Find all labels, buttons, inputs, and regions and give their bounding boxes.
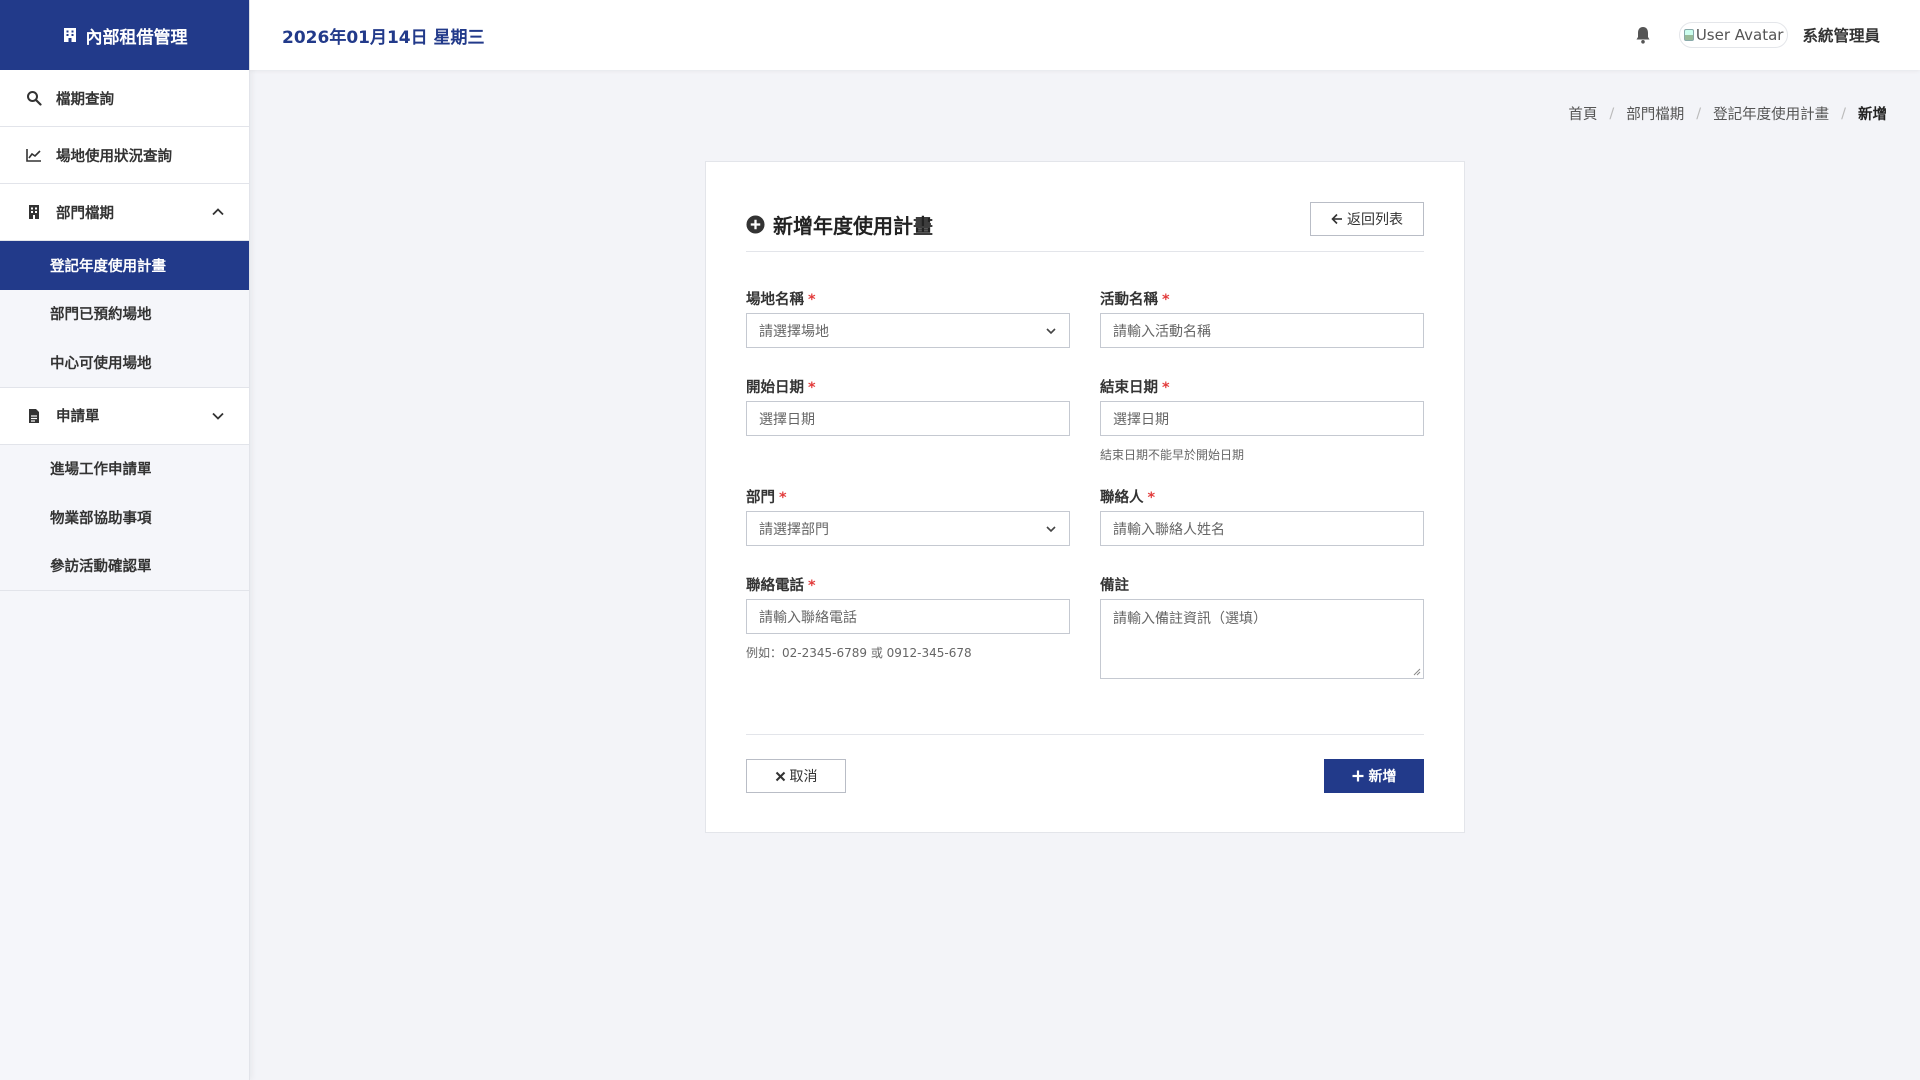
breadcrumb-home[interactable]: 首頁 — [1568, 103, 1597, 124]
venue-field: 場地名稱 * 請選擇場地 — [746, 288, 1070, 348]
app-brand[interactable]: 內部租借管理 — [0, 0, 249, 70]
search-icon — [27, 91, 42, 106]
broken-image-icon — [1683, 29, 1694, 41]
line-chart-icon — [26, 149, 41, 162]
end-date-field: 結束日期 * 選擇日期 結束日期不能早於開始日期 — [1100, 376, 1424, 462]
application-forms-submenu: 進場工作申請單 物業部協助事項 參訪活動確認單 — [0, 444, 249, 591]
start-date-label: 開始日期 * — [746, 380, 816, 396]
resize-grip-icon[interactable] — [1413, 668, 1421, 676]
start-date-input[interactable]: 選擇日期 — [746, 401, 1070, 436]
building-icon — [29, 205, 39, 219]
breadcrumb: 首頁 / 部門檔期 / 登記年度使用計畫 / 新增 — [1568, 103, 1887, 124]
cancel-button-label: 取消 — [789, 768, 818, 784]
sidebar-item-department-booked[interactable]: 部門已預約場地 — [0, 290, 249, 339]
phone-hint: 例如：02-2345-6789 或 0912-345-678 — [746, 646, 972, 660]
department-field: 部門 * 請選擇部門 — [746, 486, 1070, 546]
breadcrumb-current: 新增 — [1858, 107, 1887, 123]
sidebar-item-visit-confirmation[interactable]: 參訪活動確認單 — [0, 542, 249, 591]
top-bar: 2026年01月14日 星期三 User Avatar 系統管理員 — [250, 0, 1920, 70]
end-date-placeholder: 選擇日期 — [1113, 411, 1169, 428]
notes-field: 備註 請輸入備註資訊（選填） — [1100, 574, 1424, 679]
card-footer-divider — [746, 734, 1424, 735]
sidebar-item-annual-plan[interactable]: 登記年度使用計畫 — [0, 241, 249, 290]
activity-input[interactable]: 請輸入活動名稱 — [1100, 313, 1424, 348]
sidebar-item-schedule-search[interactable]: 檔期查詢 — [0, 70, 249, 127]
chevron-up-icon[interactable] — [211, 205, 225, 219]
username[interactable]: 系統管理員 — [1802, 24, 1880, 46]
sidebar-item-department-schedule[interactable]: 部門檔期 — [0, 184, 249, 241]
activity-placeholder: 請輸入活動名稱 — [1113, 323, 1211, 340]
breadcrumb-annual-plan[interactable]: 登記年度使用計畫 — [1713, 103, 1829, 124]
phone-placeholder: 請輸入聯絡電話 — [759, 609, 857, 626]
notes-textarea[interactable]: 請輸入備註資訊（選填） — [1100, 599, 1424, 679]
add-button[interactable]: 新增 — [1324, 759, 1424, 793]
sidebar-item-label: 場地使用狀況查詢 — [56, 148, 172, 165]
breadcrumb-separator: / — [1609, 105, 1615, 122]
current-date: 2026年01月14日 星期三 — [282, 27, 485, 48]
back-to-list-button[interactable]: 返回列表 — [1310, 202, 1424, 236]
page-title-text: 新增年度使用計畫 — [773, 214, 933, 238]
chevron-down-icon — [1046, 526, 1056, 533]
plus-icon — [1352, 770, 1363, 782]
app-title: 內部租借管理 — [85, 27, 188, 48]
back-button-label: 返回列表 — [1347, 211, 1403, 227]
breadcrumb-separator: / — [1696, 105, 1702, 122]
cancel-button[interactable]: 取消 — [746, 759, 846, 793]
activity-label: 活動名稱 * — [1100, 292, 1170, 308]
document-icon — [29, 408, 39, 423]
contact-label: 聯絡人 * — [1100, 490, 1156, 506]
phone-label: 聯絡電話 * — [746, 578, 816, 594]
end-date-input[interactable]: 選擇日期 — [1100, 401, 1424, 436]
form-card: 新增年度使用計畫 返回列表 場地名稱 * 請選擇場地 活動名稱 * 請輸入活動名稱 … — [705, 161, 1465, 833]
avatar[interactable]: User Avatar — [1678, 22, 1789, 48]
sidebar-item-entry-work-form[interactable]: 進場工作申請單 — [0, 445, 249, 494]
sidebar-item-venue-usage[interactable]: 場地使用狀況查詢 — [0, 127, 249, 184]
sidebar-item-label: 部門檔期 — [56, 205, 114, 222]
start-date-placeholder: 選擇日期 — [759, 411, 815, 428]
bell-icon[interactable] — [1633, 25, 1653, 45]
phone-field: 聯絡電話 * 請輸入聯絡電話 例如：02-2345-6789 或 0912-345… — [746, 574, 1070, 660]
arrow-left-icon — [1331, 213, 1342, 225]
breadcrumb-department-schedule[interactable]: 部門檔期 — [1626, 103, 1684, 124]
sidebar-item-center-available[interactable]: 中心可使用場地 — [0, 338, 249, 387]
end-date-hint: 結束日期不能早於開始日期 — [1100, 448, 1245, 462]
sidebar-item-application-forms[interactable]: 申請單 — [0, 387, 249, 445]
notes-label: 備註 — [1100, 578, 1129, 594]
activity-field: 活動名稱 * 請輸入活動名稱 — [1100, 288, 1424, 348]
plus-circle-icon — [746, 215, 765, 234]
contact-input[interactable]: 請輸入聯絡人姓名 — [1100, 511, 1424, 546]
end-date-label: 結束日期 * — [1100, 380, 1170, 396]
sidebar-item-label: 申請單 — [56, 409, 100, 425]
notes-placeholder: 請輸入備註資訊（選填） — [1113, 611, 1267, 627]
add-button-label: 新增 — [1368, 768, 1397, 784]
venue-label: 場地名稱 * — [746, 292, 816, 308]
phone-input[interactable]: 請輸入聯絡電話 — [746, 599, 1070, 634]
page-title: 新增年度使用計畫 — [746, 210, 933, 239]
building-icon — [63, 28, 76, 42]
venue-select[interactable]: 請選擇場地 — [746, 313, 1070, 348]
avatar-alt-text: User Avatar — [1695, 26, 1784, 44]
card-header: 新增年度使用計畫 返回列表 — [746, 202, 1424, 252]
sidebar: 內部租借管理 檔期查詢 場地使用狀況查詢 部門檔期 登記年度使用計畫 部門已預約… — [0, 0, 250, 1080]
start-date-field: 開始日期 * 選擇日期 — [746, 376, 1070, 436]
breadcrumb-separator: / — [1841, 105, 1846, 122]
chevron-down-icon[interactable] — [211, 409, 225, 423]
user-area: User Avatar 系統管理員 — [1633, 0, 1880, 70]
close-icon — [775, 771, 785, 781]
department-label: 部門 * — [746, 490, 787, 506]
contact-placeholder: 請輸入聯絡人姓名 — [1113, 521, 1225, 538]
department-select[interactable]: 請選擇部門 — [746, 511, 1070, 546]
department-schedule-submenu: 登記年度使用計畫 部門已預約場地 中心可使用場地 — [0, 241, 249, 388]
sidebar-item-label: 檔期查詢 — [56, 91, 114, 108]
chevron-down-icon — [1046, 328, 1056, 335]
venue-select-value: 請選擇場地 — [759, 323, 829, 340]
department-select-value: 請選擇部門 — [759, 521, 829, 538]
sidebar-item-property-assistance[interactable]: 物業部協助事項 — [0, 493, 249, 542]
contact-field: 聯絡人 * 請輸入聯絡人姓名 — [1100, 486, 1424, 546]
